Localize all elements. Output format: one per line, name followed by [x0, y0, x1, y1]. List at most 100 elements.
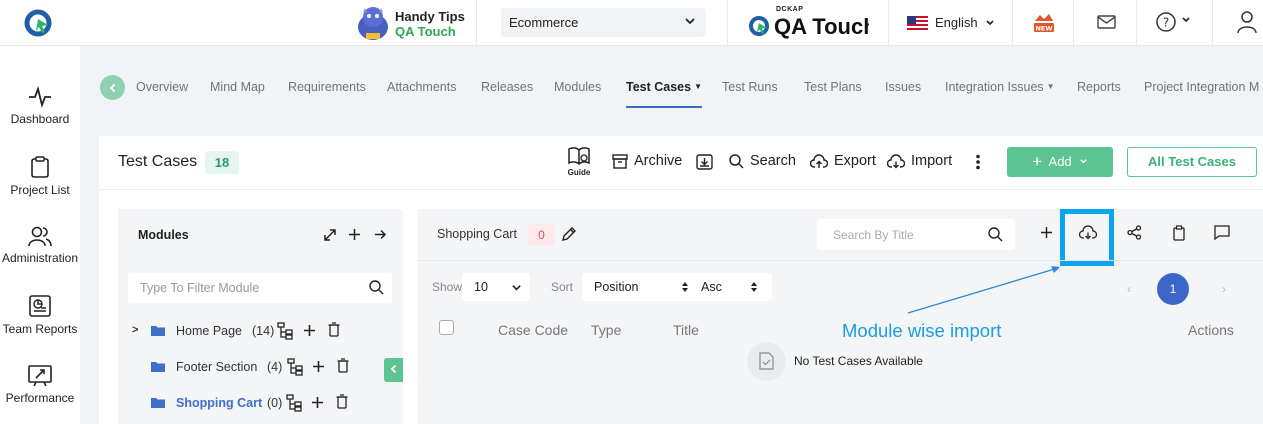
search-by-title-input[interactable]: Search By Title — [817, 219, 1015, 250]
divider — [1136, 0, 1137, 46]
search-label: Search — [750, 153, 796, 169]
search-icon — [988, 227, 1003, 242]
chevron-down-icon[interactable] — [1181, 15, 1191, 25]
qatouch-brand-icon — [749, 16, 769, 36]
selected-module-name: Shopping Cart — [437, 227, 517, 241]
add-button[interactable]: + Add — [1007, 147, 1113, 177]
edit-icon[interactable] — [561, 226, 577, 242]
tips-title: Handy Tips — [395, 9, 465, 24]
sitemap-icon[interactable] — [287, 358, 303, 376]
column-header-title[interactable]: Title — [673, 322, 699, 338]
expand-icon[interactable] — [323, 228, 337, 242]
tab-attachments[interactable]: Attachments — [387, 80, 456, 94]
trash-icon[interactable] — [336, 394, 348, 409]
whats-new-icon[interactable]: NEW — [1032, 11, 1056, 35]
collapse-panel-button[interactable] — [384, 358, 403, 382]
sort-value: Position — [594, 280, 639, 294]
tab-test-plans[interactable]: Test Plans — [804, 80, 862, 94]
module-item-footer-section[interactable]: Footer Section (4) — [118, 358, 403, 378]
search-button[interactable]: Search — [729, 153, 796, 169]
prev-page-button[interactable]: ‹ — [1113, 273, 1145, 305]
project-select[interactable]: Ecommerce — [501, 8, 706, 37]
archive-button[interactable]: Archive — [612, 153, 682, 169]
tab-modules[interactable]: Modules — [554, 80, 601, 94]
rhino-mascot-icon[interactable] — [354, 3, 392, 43]
plus-icon[interactable] — [1040, 226, 1053, 239]
document-check-icon — [759, 352, 774, 370]
divider — [1073, 0, 1074, 46]
language-label: English — [935, 15, 978, 30]
plus-icon[interactable] — [311, 396, 324, 409]
chevron-down-icon — [1080, 159, 1087, 164]
project-tabs: Overview Mind Map Requirements Attachmen… — [80, 46, 1263, 136]
import-label: Import — [911, 153, 953, 169]
chevron-left-icon — [109, 83, 115, 93]
tab-requirements[interactable]: Requirements — [288, 80, 366, 94]
share-icon[interactable] — [1127, 225, 1142, 240]
sort-select[interactable]: Position Asc — [582, 273, 772, 301]
page-size-select[interactable]: 10 — [462, 273, 530, 301]
caret-down-icon: ▼ — [694, 82, 703, 91]
nav-item-project-list[interactable]: Project List — [0, 155, 80, 197]
module-item-home-page[interactable]: > Home Page (14) — [118, 322, 403, 342]
import-highlight-box — [1060, 209, 1114, 266]
tab-project-integration[interactable]: Project Integration M — [1144, 80, 1263, 94]
module-item-shopping-cart[interactable]: Shopping Cart (0) — [118, 394, 403, 414]
import-button[interactable]: Import — [887, 153, 952, 169]
add-label: Add — [1048, 154, 1072, 169]
tab-issues[interactable]: Issues — [885, 80, 921, 94]
nav-item-performance[interactable]: Performance — [0, 363, 80, 405]
nav-item-administration[interactable]: Administration — [0, 225, 80, 265]
plus-icon[interactable] — [303, 324, 316, 337]
column-header-case-code[interactable]: Case Code — [498, 322, 568, 338]
tab-integration-issues[interactable]: Integration Issues ▼ — [945, 80, 1055, 94]
chevron-right-icon[interactable]: > — [132, 324, 138, 336]
back-button[interactable] — [100, 75, 125, 100]
nav-item-team-reports[interactable]: Team Reports — [0, 294, 80, 336]
plus-icon[interactable] — [348, 228, 361, 241]
tab-releases[interactable]: Releases — [481, 80, 533, 94]
nav-item-dashboard[interactable]: Dashboard — [0, 86, 80, 126]
report-chart-icon — [29, 295, 51, 317]
guide-button[interactable]: Guide — [566, 146, 592, 177]
user-profile-icon[interactable] — [1236, 10, 1258, 34]
tab-overview[interactable]: Overview — [136, 80, 188, 94]
trash-icon[interactable] — [337, 358, 349, 373]
all-test-cases-button[interactable]: All Test Cases — [1127, 147, 1257, 177]
handy-tips[interactable]: Handy Tips QA Touch — [395, 9, 465, 39]
sitemap-icon[interactable] — [277, 322, 293, 340]
us-flag-icon — [907, 15, 928, 30]
download-box-icon[interactable] — [696, 154, 713, 170]
tab-test-cases[interactable]: Test Cases ▼ — [626, 80, 703, 108]
trash-icon[interactable] — [328, 322, 340, 337]
page-number-button[interactable]: 1 — [1157, 273, 1189, 305]
divider — [476, 0, 477, 46]
tab-reports[interactable]: Reports — [1077, 80, 1121, 94]
plus-icon[interactable] — [312, 360, 325, 373]
column-header-type[interactable]: Type — [591, 322, 621, 338]
arrow-right-icon[interactable] — [374, 228, 387, 241]
help-icon[interactable]: ? — [1155, 11, 1177, 33]
comment-icon[interactable] — [1214, 225, 1230, 240]
module-filter-input[interactable]: Type To Filter Module — [128, 273, 392, 303]
qatouch-logo-icon[interactable] — [24, 9, 52, 37]
order-value: Asc — [701, 280, 722, 294]
language-select[interactable]: English — [907, 15, 995, 30]
cloud-download-icon — [887, 153, 905, 168]
more-options-icon[interactable] — [975, 154, 981, 170]
next-page-button[interactable]: › — [1208, 273, 1240, 305]
archive-icon — [612, 153, 628, 169]
clipboard-icon[interactable] — [1173, 225, 1185, 241]
search-icon — [729, 153, 744, 169]
export-button[interactable]: Export — [810, 153, 876, 169]
clipboard-icon — [31, 156, 49, 178]
brand-name: QA Touch — [774, 14, 869, 39]
select-all-checkbox[interactable] — [439, 320, 454, 335]
mail-icon[interactable] — [1097, 14, 1116, 30]
folder-icon — [151, 362, 165, 372]
tab-mind-map[interactable]: Mind Map — [210, 80, 265, 94]
book-icon — [568, 147, 590, 166]
tab-test-runs[interactable]: Test Runs — [722, 80, 778, 94]
sitemap-icon[interactable] — [286, 394, 302, 412]
module-count: (14) — [252, 324, 275, 338]
